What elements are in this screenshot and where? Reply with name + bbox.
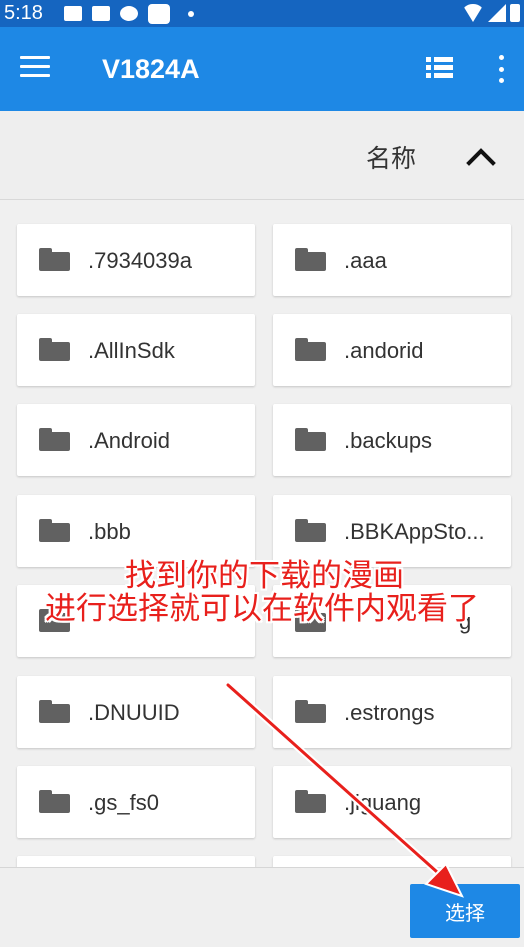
folder-name: .AllInSdk xyxy=(88,338,175,363)
folder-icon xyxy=(295,248,326,271)
app-bar: V1824A xyxy=(0,27,524,111)
folder-item[interactable]: .BBKAppSto... xyxy=(273,495,511,567)
folder-icon xyxy=(295,700,326,723)
status-time: 5:18 xyxy=(4,2,43,24)
more-notifications-dot-icon xyxy=(188,10,194,17)
select-button[interactable]: 选择 xyxy=(410,884,520,938)
blank-notification-icon xyxy=(148,3,170,24)
folder-item[interactable]: .7934039a xyxy=(17,224,255,296)
folder-name: .andorid xyxy=(344,338,424,363)
system-status-icons xyxy=(462,4,520,22)
folder-icon xyxy=(295,428,326,451)
folder-icon xyxy=(39,790,70,813)
folder-item[interactable]: .bbb xyxy=(17,495,255,567)
folder-name: g xyxy=(459,609,472,634)
folder-item[interactable] xyxy=(17,856,255,867)
signal-icon xyxy=(488,4,506,22)
sort-bar: 名称 xyxy=(0,111,524,200)
folder-name: .7934039a xyxy=(88,248,192,273)
folder-item[interactable]: .andorid xyxy=(273,314,511,386)
battery-icon xyxy=(510,4,520,22)
folder-item[interactable]: .aaa xyxy=(273,224,511,296)
folder-icon xyxy=(295,338,326,361)
folder-icon xyxy=(39,609,70,632)
folder-item[interactable]: .gs_fs0 xyxy=(17,766,255,838)
more-options-icon[interactable] xyxy=(496,55,506,83)
folder-item[interactable] xyxy=(273,856,511,867)
folder-item[interactable]: .AllInSdk xyxy=(17,314,255,386)
folder-icon xyxy=(39,338,70,361)
folder-name: .jiguang xyxy=(344,790,422,815)
folder-item[interactable]: .DNUUID xyxy=(17,676,255,748)
folder-item[interactable]: g xyxy=(273,585,511,657)
folder-name: .estrongs xyxy=(344,700,435,725)
page-title: V1824A xyxy=(102,54,200,84)
menu-icon[interactable] xyxy=(20,56,50,78)
folder-icon xyxy=(295,790,326,813)
folder-icon xyxy=(39,700,70,723)
folder-item[interactable]: .Android xyxy=(17,404,255,476)
wifi-icon xyxy=(462,4,484,22)
folder-item[interactable]: .backups xyxy=(273,404,511,476)
folder-name: .Android xyxy=(88,428,170,453)
folder-name: .BBKAppSto... xyxy=(344,519,485,544)
folder-icon xyxy=(39,428,70,451)
folder-name: .bbb xyxy=(88,519,131,544)
folder-icon xyxy=(295,519,326,542)
chevron-up-icon[interactable] xyxy=(466,146,496,166)
folder-name: .gs_fs0 xyxy=(88,790,159,815)
folder-icon xyxy=(39,519,70,542)
folder-item[interactable] xyxy=(17,585,255,657)
folder-name: .backups xyxy=(344,428,433,453)
folder-grid: .7934039a .aaa .AllInSdk .andorid .Andro… xyxy=(0,200,524,867)
list-view-icon[interactable] xyxy=(426,57,454,81)
folder-item[interactable]: .estrongs xyxy=(273,676,511,748)
app-notification-icon xyxy=(92,6,110,21)
status-bar: 5:18 xyxy=(0,0,524,27)
sort-by-name-label[interactable]: 名称 xyxy=(366,139,416,175)
folder-icon xyxy=(39,248,70,271)
folder-name: .DNUUID xyxy=(88,700,180,725)
gallery-notification-icon xyxy=(64,6,82,21)
shield-notification-icon xyxy=(120,6,138,21)
folder-name: .aaa xyxy=(344,248,387,273)
bottom-action-bar: 选择 xyxy=(0,867,524,947)
folder-item[interactable]: .jiguang xyxy=(273,766,511,838)
folder-icon xyxy=(295,609,326,632)
